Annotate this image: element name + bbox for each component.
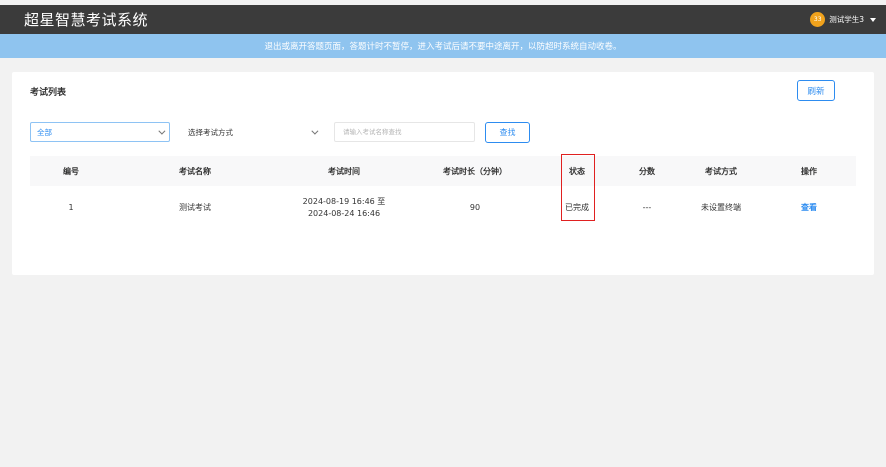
card-title: 考试列表 <box>30 88 67 98</box>
app-title: 超星智慧考试系统 <box>24 11 149 29</box>
search-input[interactable] <box>334 122 475 142</box>
header-status: 状态 <box>569 166 585 176</box>
chevron-down-icon <box>870 17 876 22</box>
top-bar: 超星智慧考试系统 33 测试学生3 <box>0 5 886 34</box>
cell-status: 已完成 <box>565 203 589 212</box>
header-time: 考试时间 <box>328 166 360 176</box>
cell-name: 测试考试 <box>179 203 211 212</box>
header-name: 考试名称 <box>179 166 211 176</box>
exam-list-card: 考试列表 刷新 全部 选择考试方式 查找 编号 考试名称 考试时间 考试时长（分… <box>12 72 874 275</box>
header-id: 编号 <box>63 166 79 176</box>
view-link[interactable]: 查看 <box>801 203 817 212</box>
header-action: 操作 <box>801 166 817 176</box>
cell-time-end: 2024-08-24 16:46 <box>307 209 381 218</box>
cell-method: 未设置终端 <box>701 203 741 212</box>
header-score: 分数 <box>639 166 655 176</box>
user-menu[interactable]: 33 测试学生3 <box>810 12 876 27</box>
notice-banner: 退出或离开答题页面，答题计时不暂停，进入考试后请不要中途离开，以防超时系统自动收… <box>0 34 886 58</box>
cell-duration: 90 <box>469 203 481 212</box>
status-select-value: 全部 <box>37 127 52 137</box>
cell-time: 2024-08-19 16:46 至 2024-08-24 16:46 <box>278 186 410 230</box>
status-select[interactable]: 全部 <box>30 122 170 142</box>
search-button[interactable]: 查找 <box>485 122 530 143</box>
header-method: 考试方式 <box>705 166 737 176</box>
method-select-value: 选择考试方式 <box>188 127 233 137</box>
method-select[interactable]: 选择考试方式 <box>181 122 323 142</box>
chevron-down-icon <box>158 127 166 135</box>
header-duration: 考试时长（分钟） <box>443 166 507 176</box>
table-row: 1 测试考试 2024-08-19 16:46 至 2024-08-24 16:… <box>30 186 856 230</box>
cell-id: 1 <box>68 203 74 212</box>
cell-time-start: 2024-08-19 16:46 至 <box>302 197 386 206</box>
exam-table: 编号 考试名称 考试时间 考试时长（分钟） 状态 分数 考试方式 操作 1 测试… <box>30 156 856 230</box>
refresh-button[interactable]: 刷新 <box>797 80 835 101</box>
chevron-down-icon <box>311 127 319 135</box>
user-name: 测试学生3 <box>829 15 864 24</box>
cell-score: --- <box>642 203 652 212</box>
cell-action: 查看 <box>762 186 856 230</box>
table-header-row: 编号 考试名称 考试时间 考试时长（分钟） 状态 分数 考试方式 操作 <box>30 156 856 186</box>
avatar: 33 <box>810 12 826 27</box>
